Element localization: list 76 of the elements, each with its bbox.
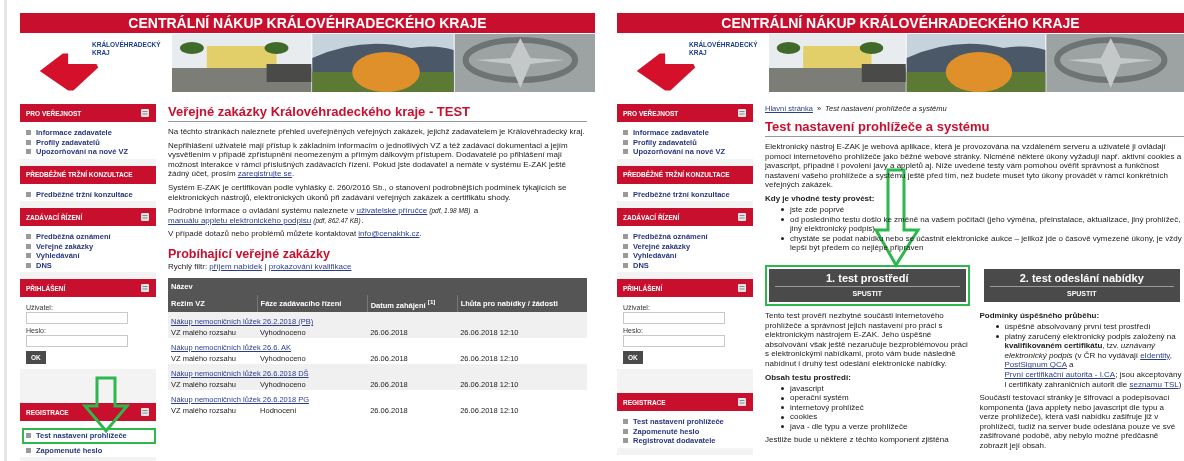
bullet-icon [781,415,784,419]
paragraph: Jestliže bude u některé z těchto komponent zjištěna [765,435,950,446]
bold-label: Kdy je vhodné testy provést: [765,193,876,203]
bullet-icon [26,234,31,240]
document-icon [737,397,747,407]
list-item: jste zde poprvé [790,204,845,215]
quick-filter: Rychlý filtr: příjem nabídek | prokazování kvalifikace [168,261,353,272]
document-icon [140,283,150,293]
bullet-icon [623,139,628,145]
bullet-icon [26,262,31,268]
input-field[interactable] [623,335,725,347]
list-item: javascript [790,383,824,394]
paragraph: Systém E-ZAK je certifikován podle vyhlášky č. 260/2016 Sb., o stanovení podrobnějších podmínek týkajících se elektronických nástrojů, elektronických úkonů při zadávání veřejných zakázek a certifikátu shody. [168,182,568,203]
bullet-icon [623,130,628,136]
site-header: CENTRÁLNÍ NÁKUP KRÁLOVÉHRADECKÉHO KRAJE [20,13,595,33]
bullet-icon [781,425,784,429]
paragraph: Tento test prověří nezbytné součásti internetového prohlížeče a správnost jejich nastavení pro práci s elektronickým nástrojem E-ZAK. Jeho úspěšné absolvování však ještě nezaručuje bezproblémovou práci s elektronickými nabídkami, proto vám bude následně nabídnut i druhý test odeslání elektronické nabídky. [765,310,969,369]
document-icon [140,108,150,118]
paragraph: Na těchto stránkách naleznete přehled uveřejněných veřejných zakázek, jejichž zadavatelem je Královéhradecký kraj. [168,127,586,137]
bullet-icon [26,191,31,197]
bullet-icon [781,218,784,222]
document-icon [737,108,747,118]
bullet-icon [623,234,628,240]
bullet-icon [26,130,31,136]
text-link[interactable]: příjem nabídek [209,261,263,271]
list-item: operační systém [790,393,849,403]
document-icon [140,212,150,222]
list-item: cookies [790,412,818,422]
bullet-icon [26,139,31,145]
bullet-icon [623,191,628,197]
document-icon [737,212,747,222]
input-field[interactable] [26,312,128,324]
bullet-icon [995,335,999,339]
bullet-icon [781,396,784,400]
list-item: java - dle typu a verze prohlížeče [790,421,908,432]
bullet-icon [623,262,628,268]
document-icon [140,407,150,417]
text-link[interactable]: prokazování kvalifikace [268,261,352,271]
bullet-icon [623,428,628,434]
paragraph: Součástí testovací stránky je šifrovací a podepisovací komponenta (java applety nebo javascript dle typu a verze prohlížeče), která vaši nabídku zašifruje již v prohlížeči, tudíž na server bude odeslána pouze ve své zašifrované podobě, aby nebylo možné předčasně zobrazit její obsah. [979,393,1177,451]
test-title: 1. test prostředí [775,271,960,287]
list-item: platný zaručený elektronický podpis založený na kvalifikovaném certifikátu, tzv. uznávaný elektronický podpis (v ČR ho vydávají eIdentity, PostSignum QCA a První certifikační autorita - I.CA; jsou akceptovány i certifikáty zahraničních autorit dle seznamu TSL) [1004,331,1183,390]
bullet-icon [623,438,628,444]
bullet-icon [26,149,31,155]
list-item: úspěšně absolvovaný první test prostředí [1004,321,1151,332]
bullet-icon [623,243,628,249]
bullet-icon [781,237,784,241]
page-title: Test nastavení prohlížeče a systému [765,119,1184,137]
bullet-icon [623,149,628,155]
input-field[interactable] [623,312,725,324]
text-link[interactable]: seznamu TSL [1129,379,1179,389]
test-title: 2. test odeslání nabídky [989,271,1174,287]
bullet-icon [781,208,784,212]
bullet-icon [781,406,784,410]
text-link[interactable]: eIdentity [1140,350,1170,360]
text-link[interactable]: manuálu appletu elektronického podpisu [168,215,312,225]
site-header: CENTRÁLNÍ NÁKUP KRÁLOVÉHRADECKÉHO KRAJE [617,13,1184,33]
paragraph: V případě dotazů nebo problémů můžete kontaktovat info@cenakhk.cz. [168,229,423,239]
bullet-icon [26,447,31,453]
input-field[interactable] [26,335,128,347]
bold-label: Podmínky úspěšného průběhu: [979,310,1101,320]
bullet-icon [26,433,31,439]
text-link[interactable]: PostSignum QCA [1004,360,1067,370]
document-icon [737,283,747,293]
bullet-icon [623,419,628,425]
section-heading: Probíhající veřejné zakázky [168,246,331,261]
page-title: Veřejné zakázky Královéhradeckého kraje - TEST [168,104,587,122]
list-item: internetový prohlížeč [790,402,864,413]
bullet-icon [26,243,31,249]
bullet-icon [995,325,999,329]
bold-label: Obsah testu prostředí: [765,372,852,382]
bullet-icon [26,253,31,259]
bullet-icon [623,253,628,259]
bullet-icon [781,387,784,390]
paragraph: Nepřihlášení uživatelé mají přístup k základním informacím o jednotlivých VZ a též zadávací dokumentaci a jejím vysvětlením v případě zpřístupnění neomezeným a přímým dálkovým přístupem. Dodavatelé po přihlášení mají možnost interakce v rámci příslušných zadávacích řízení. Pokud jste dodavatel a nemáte v systému E-ZAK ještě žádný účet, prosím zaregistrujte se. [168,140,569,179]
text-link[interactable]: uživatelské příručce [356,206,428,216]
